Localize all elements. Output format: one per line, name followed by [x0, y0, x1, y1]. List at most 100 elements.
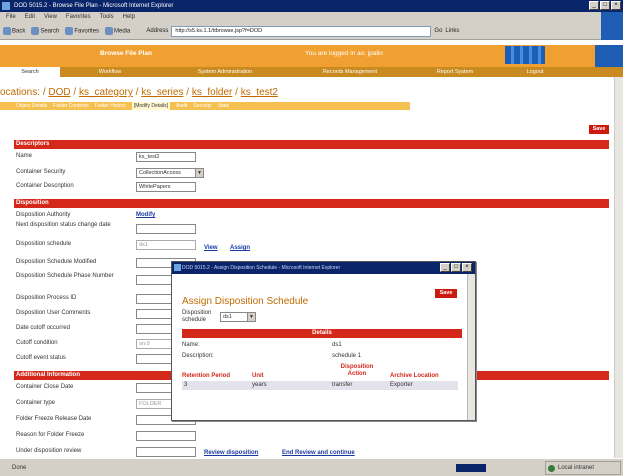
breadcrumb-series[interactable]: ks_series — [141, 87, 183, 98]
nav-workflow[interactable]: Workflow — [60, 67, 160, 77]
dialog-schedule-label: Disposition schedule — [182, 310, 212, 323]
cutoff-date-label: Date cutoff occurred — [16, 325, 70, 331]
disposition-schedule-label: Disposition schedule — [16, 241, 72, 247]
under-review-field[interactable] — [136, 447, 196, 457]
cell-action: transfer — [332, 382, 353, 388]
nav-system-administration[interactable]: System Administration — [160, 67, 290, 77]
address-bar: Address http://s5.ks.1.1/ttbrowse.jsp?f=… — [146, 25, 459, 37]
next-disposition-field[interactable] — [136, 224, 196, 234]
dialog-description-value: schedule 1 — [332, 353, 362, 359]
descriptors-heading: Descriptors — [14, 140, 609, 149]
chevron-down-icon: ▼ — [247, 313, 255, 321]
ie-logo — [601, 12, 623, 40]
minimize-button[interactable]: _ — [589, 1, 599, 10]
dialog-maximize-button[interactable]: □ — [451, 263, 461, 272]
maximize-button[interactable]: □ — [600, 1, 610, 10]
tab-audit[interactable]: Audit — [176, 102, 187, 110]
menu-tools[interactable]: Tools — [100, 12, 114, 23]
dialog-titlebar: DOD 5015.2 - Assign Disposition Schedule… — [172, 262, 475, 274]
breadcrumb: ocations: / DOD / ks_category / ks_serie… — [0, 87, 278, 98]
disposition-authority-label: Disposition Authority — [16, 212, 71, 218]
cell-unit: years — [252, 382, 267, 388]
back-arrow-icon — [3, 27, 11, 35]
tab-security[interactable]: Security — [193, 102, 211, 110]
breadcrumb-prefix: ocations: — [0, 87, 43, 98]
dialog-window-title: DOD 5015.2 - Assign Disposition Schedule… — [182, 265, 341, 271]
page-scrollbar[interactable] — [614, 77, 623, 458]
container-description-field[interactable]: WhitePapers — [136, 182, 196, 192]
breadcrumb-folder[interactable]: ks_folder — [192, 87, 233, 98]
assign-link[interactable]: Assign — [230, 245, 250, 251]
review-disposition-link[interactable]: Review disposition — [204, 450, 258, 456]
star-icon — [65, 27, 74, 35]
process-id-label: Disposition Process ID — [16, 295, 77, 301]
app-header: Browse File Plan You are logged in as: j… — [0, 45, 623, 67]
disposition-schedule-field[interactable]: ds1 — [136, 240, 196, 250]
close-button[interactable]: × — [611, 1, 621, 10]
view-link[interactable]: View — [204, 245, 218, 251]
dialog-minimize-button[interactable]: _ — [440, 263, 450, 272]
search-icon — [31, 27, 40, 35]
back-button[interactable]: Back — [3, 27, 25, 35]
security-zone: Local intranet — [545, 461, 621, 475]
menu-view[interactable]: View — [44, 12, 57, 23]
brand-logo — [505, 46, 545, 64]
media-button[interactable]: Media — [105, 27, 130, 35]
save-button[interactable]: Save — [589, 125, 609, 134]
assign-schedule-dialog: DOD 5015.2 - Assign Disposition Schedule… — [171, 261, 476, 421]
col-archive-location: Archive Location — [390, 373, 439, 379]
search-button[interactable]: Search — [31, 27, 59, 35]
col-retention-period: Retention Period — [182, 373, 231, 379]
dialog-close-button[interactable]: × — [462, 263, 472, 272]
media-icon — [105, 27, 114, 35]
freeze-reason-field[interactable] — [136, 431, 196, 441]
name-label: Name — [16, 153, 33, 159]
nav-logout[interactable]: Logout — [500, 67, 570, 77]
dialog-schedule-select[interactable]: ds1 ▼ — [220, 312, 256, 322]
menu-help[interactable]: Help — [123, 12, 135, 23]
window-title: DOD 5015.2 - Browse File Plan - Microsof… — [14, 3, 174, 9]
go-button[interactable]: Go — [434, 28, 442, 34]
tab-folder-contents[interactable]: Folder Contents — [53, 102, 89, 110]
dialog-scrollbar[interactable] — [467, 274, 475, 420]
tab-folder-history[interactable]: Folder History — [95, 102, 126, 110]
sub-tabs: Object Details Folder Contents Folder Hi… — [0, 102, 410, 110]
window-titlebar: DOD 5015.2 - Browse File Plan - Microsof… — [0, 0, 623, 12]
nav-search[interactable]: Search — [0, 67, 60, 77]
breadcrumb-category[interactable]: ks_category — [79, 87, 133, 98]
dialog-name-value: ds1 — [332, 342, 342, 348]
tab-stats[interactable]: Stats — [217, 102, 228, 110]
ie-icon — [174, 264, 181, 271]
col-unit: Unit — [252, 373, 264, 379]
browser-toolbar: Back Search Favorites Media Address http… — [0, 23, 623, 40]
dialog-name-label: Name: — [182, 342, 200, 348]
chevron-down-icon: ▼ — [195, 169, 203, 177]
breadcrumb-test2[interactable]: ks_test2 — [241, 87, 278, 98]
container-security-select[interactable]: CollectionAccess ▼ — [136, 168, 204, 178]
user-comments-label: Disposition User Comments — [16, 310, 91, 316]
favorites-button[interactable]: Favorites — [65, 27, 99, 35]
end-review-link[interactable]: End Review and continue — [282, 450, 355, 456]
container-close-label: Container Close Date — [16, 384, 74, 390]
breadcrumb-dod[interactable]: DOD — [48, 87, 70, 98]
menu-favorites[interactable]: Favorites — [66, 12, 91, 23]
menu-edit[interactable]: Edit — [25, 12, 35, 23]
progress-indicator — [456, 464, 486, 472]
nav-records-management[interactable]: Records Management — [290, 67, 410, 77]
nav-report-system[interactable]: Report System — [410, 67, 500, 77]
tab-modify-details[interactable]: [Modify Details] — [131, 102, 171, 110]
status-bar: Done Local intranet — [0, 458, 623, 476]
modify-link[interactable]: Modify — [136, 212, 155, 218]
links-button[interactable]: Links — [445, 28, 459, 34]
dialog-save-button[interactable]: Save — [435, 289, 457, 298]
freeze-release-label: Folder Freeze Release Date — [16, 416, 92, 422]
details-heading: Details — [182, 329, 462, 338]
dialog-description-label: Description: — [182, 353, 214, 359]
tab-object-details[interactable]: Object Details — [16, 102, 47, 110]
logged-in-text: You are logged in as: jpalin — [305, 50, 383, 57]
name-field[interactable]: ks_test2 — [136, 152, 196, 162]
status-text: Done — [12, 465, 27, 471]
menu-file[interactable]: File — [6, 12, 16, 23]
address-input[interactable]: http://s5.ks.1.1/ttbrowse.jsp?f=DOD — [171, 25, 432, 37]
disposition-heading: Disposition — [14, 199, 609, 208]
